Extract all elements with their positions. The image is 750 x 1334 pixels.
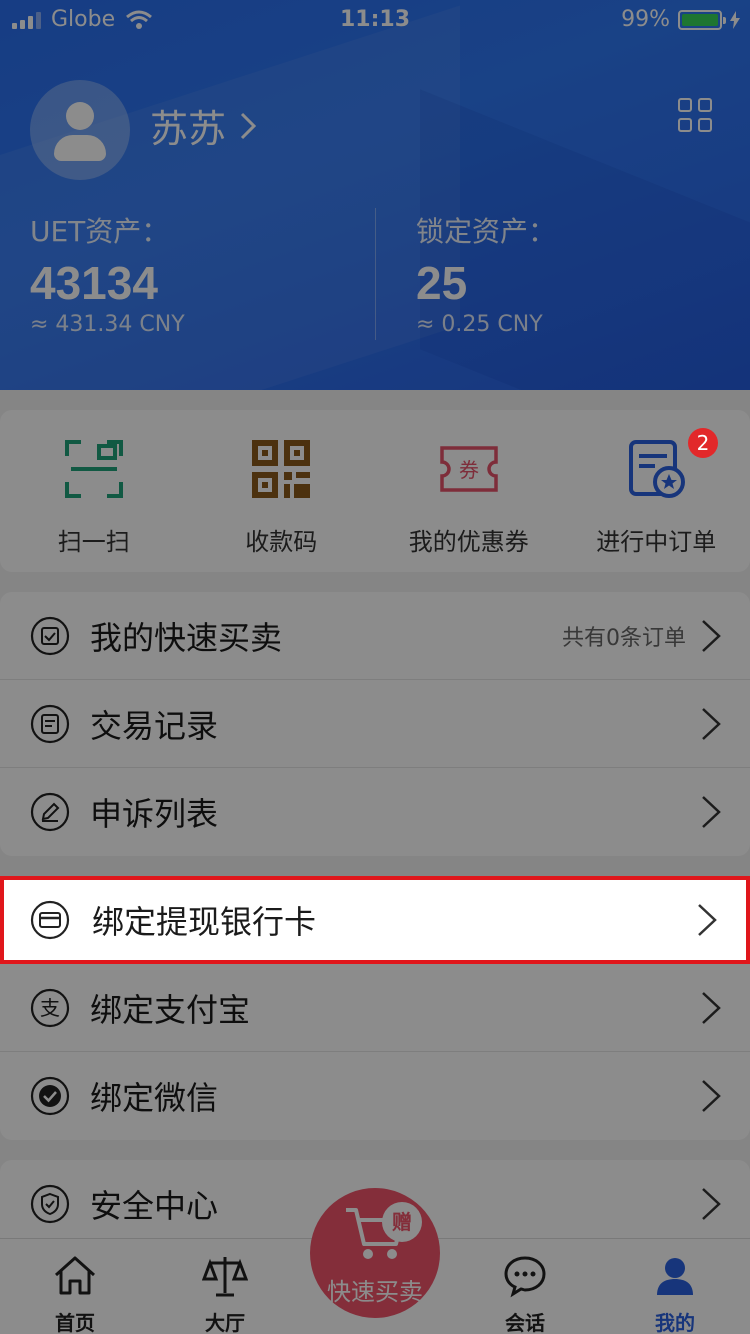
battery-icon [678,9,726,30]
user-icon [657,1258,693,1295]
list-item-label: 我的快速买卖 [90,618,283,657]
locked-asset-value: 25 [416,257,468,309]
order-count: 共有0条订单 [562,625,686,651]
list-item-label: 申诉列表 [90,795,219,833]
list-item-bind-alipay[interactable]: 支 绑定支付宝 [0,964,750,1052]
tab-label: 首页 [55,1311,95,1334]
tab-hall[interactable]: 大厅 [150,1239,300,1334]
tab-label: 会话 [505,1311,545,1334]
username-link[interactable]: 苏苏 [150,98,257,153]
quick-actions: 扫一扫 收款码 券 我的优惠券 进行中订单 [0,410,750,572]
chat-icon [504,1256,546,1298]
list-item-trade-records[interactable]: 交易记录 [0,680,750,768]
list-item-bind-wechat[interactable]: 绑定微信 [0,1052,750,1140]
locked-asset-label: 锁定资产： [416,215,557,248]
tab-label: 我的 [655,1311,695,1334]
quick-action-label: 我的优惠券 [408,528,529,556]
wechat-icon [30,1076,70,1116]
qr-code-icon [252,440,311,498]
locked-asset-cny: ≈ 0.25 CNY [416,312,543,337]
list-group-trade: 我的快速买卖 共有0条订单 交易记录 申诉列表 [0,592,750,856]
alipay-icon: 支 [30,988,70,1027]
svg-text:支: 支 [40,996,60,1020]
divider [375,208,376,340]
charging-icon [730,10,740,29]
record-icon [30,704,70,743]
chevron-right-icon [702,1080,721,1112]
svg-text:券: 券 [459,458,479,482]
tab-chat[interactable]: 会话 [450,1239,600,1334]
order-icon [629,440,686,498]
quick-action-coupon[interactable]: 券 我的优惠券 [375,410,563,572]
quick-action-label: 收款码 [245,528,318,556]
quick-action-label: 进行中订单 [596,528,717,556]
chevron-right-icon [702,991,721,1024]
scale-icon [202,1257,248,1297]
list-item-label: 绑定微信 [90,1079,219,1117]
chevron-right-icon [702,1188,721,1220]
list-item-label: 绑定提现银行卡 [92,903,317,941]
highlighted-bind-bank-card[interactable]: 绑定提现银行卡 [0,876,750,964]
chevron-right-icon [702,619,721,652]
locked-asset: 锁定资产： 25 ≈ 0.25 CNY [416,210,556,337]
avatar[interactable] [30,80,130,180]
status-bar: Globe 11:13 99% [0,0,750,40]
quick-action-qr[interactable]: 收款码 [188,410,376,572]
username: 苏苏 [150,107,227,151]
uet-asset: UET资产： 43134 ≈ 431.34 CNY [30,210,185,337]
calendar-check-icon [30,616,70,655]
shield-icon [30,1184,70,1224]
bank-card-icon [30,900,70,940]
list-item-quick-trade[interactable]: 我的快速买卖 共有0条订单 [0,592,750,680]
quick-action-label: 扫一扫 [57,528,130,556]
battery-percent: 99% [621,7,670,32]
edit-icon [30,792,70,832]
uet-asset-label: UET资产： [30,215,170,248]
uet-asset-value: 43134 [30,257,158,309]
list-item-label: 交易记录 [90,706,219,745]
list-item-label: 绑定支付宝 [90,990,251,1029]
chevron-right-icon [702,707,721,740]
tab-home[interactable]: 首页 [0,1239,150,1334]
quick-trade-label: 快速买卖 [327,1278,423,1306]
quick-action-orders[interactable]: 进行中订单 [563,410,750,572]
tab-label: 大厅 [205,1311,245,1334]
profile-header: Globe 11:13 99% 苏苏 UET资产： 43134 ≈ 431.34… [0,0,750,390]
list-item-appeals[interactable]: 申诉列表 [0,768,750,856]
gift-badge: 赠 [382,1202,422,1242]
coupon-icon: 券 [440,446,498,492]
scan-icon [64,440,123,498]
chevron-right-icon [698,904,717,936]
grid-menu-icon[interactable] [678,98,712,132]
quick-trade-button[interactable]: 赠 快速买卖 [310,1188,440,1318]
home-icon [54,1256,96,1295]
chevron-right-icon [240,112,257,139]
quick-action-scan[interactable]: 扫一扫 [0,410,188,572]
uet-asset-cny: ≈ 431.34 CNY [30,312,185,337]
tab-mine[interactable]: 我的 [600,1239,750,1334]
order-badge: 2 [688,428,718,458]
chevron-right-icon [702,796,721,828]
